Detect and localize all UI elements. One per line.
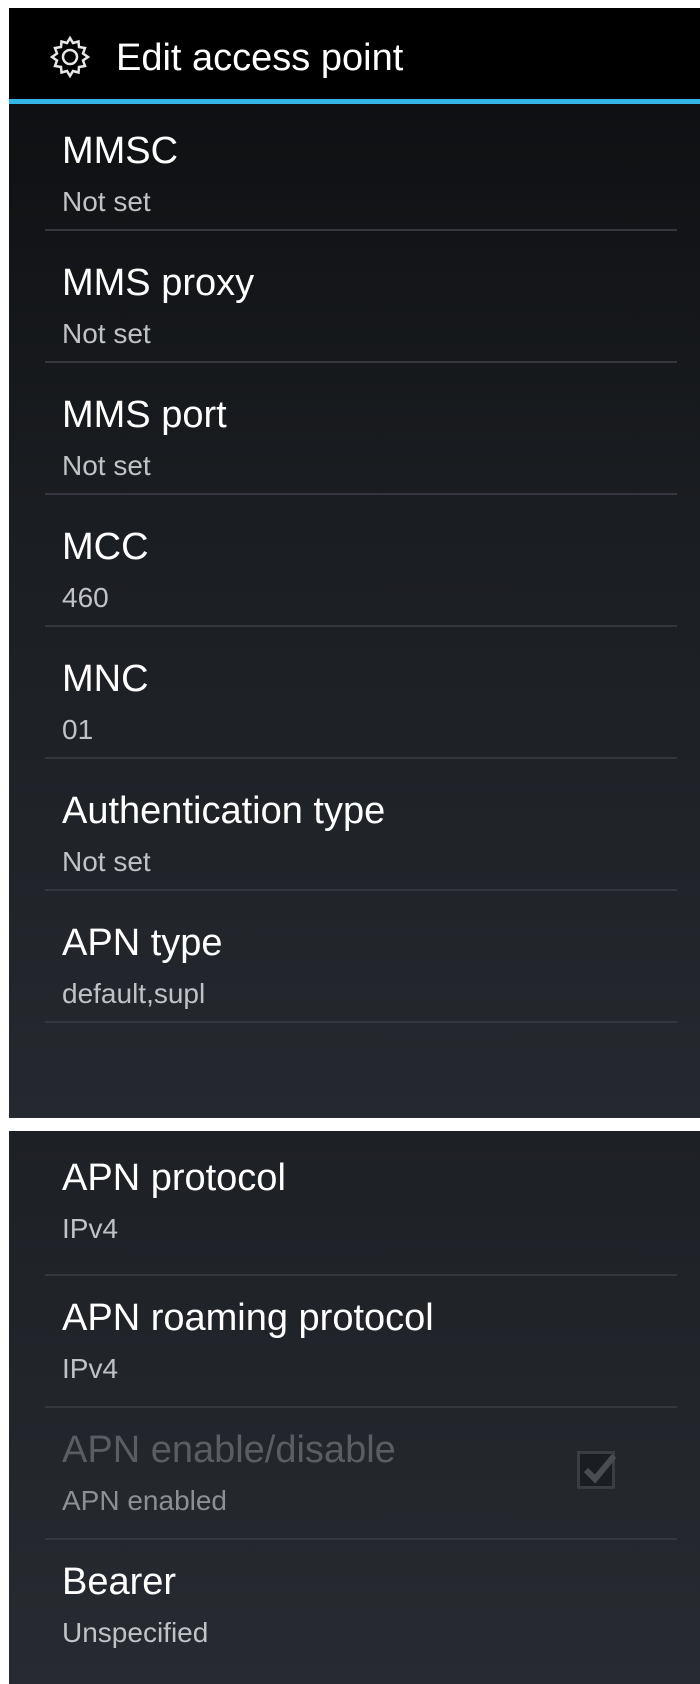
setting-label: APN protocol [62, 1157, 286, 1199]
setting-value: Not set [62, 186, 151, 217]
setting-item-mcc[interactable]: MCC 460 [9, 500, 700, 641]
gear-icon[interactable] [47, 34, 93, 80]
divider [45, 625, 677, 627]
setting-label: MMS proxy [62, 262, 255, 304]
setting-value: Not set [62, 318, 151, 349]
setting-item-authentication-type[interactable]: Authentication type Not set [9, 764, 700, 905]
divider [45, 361, 677, 363]
divider [45, 1021, 677, 1023]
setting-label: APN type [62, 922, 223, 964]
setting-item-apn-enable-disable[interactable]: APN enable/disable APN enabled [9, 1403, 700, 1544]
setting-value: default,supl [62, 978, 206, 1009]
setting-label: APN enable/disable [62, 1429, 396, 1471]
divider [45, 757, 677, 759]
setting-item-apn-protocol[interactable]: APN protocol IPv4 [9, 1131, 700, 1272]
setting-item-mnc[interactable]: MNC 01 [9, 632, 700, 773]
setting-label: Bearer [62, 1561, 177, 1603]
apn-enabled-checkbox[interactable] [577, 1451, 617, 1489]
setting-item-apn-type[interactable]: APN type default,supl [9, 896, 700, 1037]
divider [45, 889, 677, 891]
edit-access-point-screen-bottom: APN protocol IPv4 APN roaming protocol I… [9, 1131, 700, 1684]
setting-value: IPv4 [62, 1213, 119, 1244]
setting-label: MCC [62, 526, 149, 568]
setting-label: MMSC [62, 130, 179, 172]
setting-value: Not set [62, 846, 151, 877]
setting-value: 01 [62, 714, 94, 745]
setting-value: Unspecified [62, 1617, 209, 1648]
setting-item-apn-roaming-protocol[interactable]: APN roaming protocol IPv4 [9, 1271, 700, 1412]
divider [45, 229, 677, 231]
setting-item-mmsc[interactable]: MMSC Not set [9, 104, 700, 245]
setting-label: MNC [62, 658, 149, 700]
edit-access-point-screen-top: Edit access point MMSC Not set MMS proxy… [9, 8, 700, 1118]
page-title: Edit access point [116, 37, 404, 79]
divider [45, 493, 677, 495]
setting-item-bearer[interactable]: Bearer Unspecified [9, 1535, 700, 1676]
setting-label: Authentication type [62, 790, 386, 832]
checkmark-icon [583, 1454, 617, 1484]
setting-value: Not set [62, 450, 151, 481]
setting-value: 460 [62, 582, 109, 613]
setting-item-mms-proxy[interactable]: MMS proxy Not set [9, 236, 700, 377]
setting-item-mms-port[interactable]: MMS port Not set [9, 368, 700, 509]
setting-label: MMS port [62, 394, 227, 436]
setting-value: APN enabled [62, 1485, 228, 1516]
action-bar: Edit access point [9, 8, 700, 104]
setting-value: IPv4 [62, 1353, 119, 1384]
setting-label: APN roaming protocol [62, 1297, 434, 1339]
